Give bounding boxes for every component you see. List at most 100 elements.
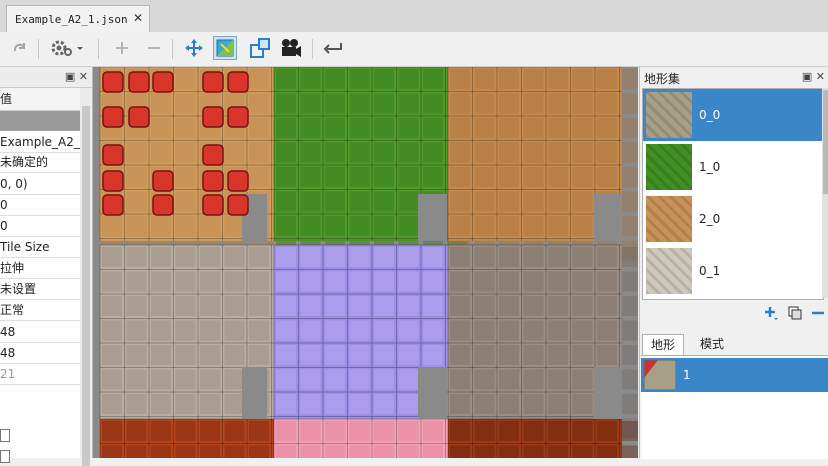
- dark-lava-tile: [597, 445, 617, 458]
- grass-tile: [325, 93, 345, 114]
- dark-stone-tile: [572, 345, 593, 365]
- stone-tile: [200, 320, 220, 341]
- crystal-tile: [325, 296, 345, 316]
- tileset-item[interactable]: 0_1: [643, 245, 823, 297]
- property-checkbox[interactable]: [0, 450, 10, 463]
- tileset-panel-title: 地形集: [644, 72, 681, 86]
- dirt-tile: [450, 216, 470, 236]
- scrollbar-thumb[interactable]: [823, 90, 828, 194]
- grass-tile: [349, 216, 370, 236]
- property-checkbox[interactable]: [0, 429, 10, 442]
- dirt-road-tile: [151, 142, 171, 163]
- stone-tile: [102, 320, 122, 341]
- tab-pattern[interactable]: 模式: [692, 334, 732, 354]
- property-value[interactable]: 21: [0, 364, 80, 385]
- crystal-tile: [276, 320, 296, 341]
- property-value[interactable]: 48: [0, 343, 80, 364]
- road-tile: [227, 71, 249, 93]
- dark-lava-tile: [523, 445, 544, 458]
- grass-tile: [374, 69, 394, 89]
- crystal-tile: [325, 345, 345, 365]
- stone-tile: [200, 247, 220, 267]
- property-value[interactable]: 未确定的: [0, 152, 80, 173]
- move-icon[interactable]: [182, 36, 206, 60]
- camera-icon[interactable]: [279, 36, 303, 60]
- dark-lava-tile: [621, 421, 638, 441]
- dirt-road-tile: [126, 167, 147, 187]
- grass-tile: [374, 93, 394, 114]
- crystal-tile: [349, 394, 370, 414]
- road-tile: [102, 144, 124, 166]
- tileset-scrollbar[interactable]: [822, 88, 828, 298]
- crystal-tile: [374, 296, 394, 316]
- tile-mode-icon[interactable]: [213, 36, 237, 60]
- property-value[interactable]: 0: [0, 195, 80, 216]
- redo-icon[interactable]: [8, 36, 32, 60]
- panel-float-close-icons[interactable]: ▣ ✕: [802, 70, 825, 83]
- road-tile: [128, 106, 150, 128]
- dirt-road-tile: [126, 191, 147, 212]
- dirt-road-tile: [151, 118, 171, 138]
- panel-float-close-icons[interactable]: ▣ ✕: [65, 70, 88, 83]
- dirt-road-tile: [249, 118, 269, 138]
- terrain-tabs: 地形 模式: [640, 332, 828, 355]
- property-value[interactable]: 0, 0): [0, 174, 80, 195]
- add-icon[interactable]: [110, 36, 134, 60]
- stone-tile: [175, 247, 196, 267]
- dark-stone-tile: [523, 369, 544, 390]
- crystal-tile: [374, 394, 394, 414]
- close-tab-icon[interactable]: ✕: [133, 11, 143, 25]
- lava-tile: [224, 421, 245, 441]
- empty-tile-area: [418, 367, 447, 419]
- dirt-tile: [499, 93, 519, 114]
- tileset-label: 0_1: [699, 264, 721, 278]
- dirt-tile: [597, 167, 617, 187]
- dirt-tile: [474, 93, 495, 114]
- dirt-tile: [523, 93, 544, 114]
- tileset-thumbnail: [646, 144, 692, 190]
- lava-tile: [224, 445, 245, 458]
- crop-icon[interactable]: [248, 36, 272, 60]
- undo-icon[interactable]: [320, 36, 344, 60]
- property-value[interactable]: 正常: [0, 300, 80, 321]
- dirt-tile: [474, 69, 495, 89]
- settings-icon[interactable]: [48, 36, 86, 60]
- property-value[interactable]: 未设置: [0, 279, 80, 300]
- stone-tile: [102, 394, 122, 414]
- dirt-tile: [499, 167, 519, 187]
- property-value[interactable]: Example_A2_1: [0, 132, 80, 153]
- document-tab[interactable]: Example_A2_1.json ✕: [6, 5, 150, 32]
- grass-tile: [300, 69, 321, 89]
- grass-tile: [276, 142, 296, 163]
- tab-terrain[interactable]: 地形: [642, 334, 685, 355]
- tileset-item[interactable]: 1_0: [643, 141, 823, 193]
- property-value[interactable]: 拉伸: [0, 258, 80, 279]
- tileset-item[interactable]: 2_0: [643, 193, 823, 245]
- dirt-tile: [572, 93, 593, 114]
- dirt-road-tile: [200, 216, 220, 236]
- crystal-tile: [374, 320, 394, 341]
- grass-tile: [398, 69, 419, 89]
- stone-tile: [175, 296, 196, 316]
- dirt-tile: [621, 118, 638, 138]
- dirt-tile: [450, 93, 470, 114]
- stone-tile: [224, 296, 245, 316]
- property-value[interactable]: 48: [0, 322, 80, 343]
- remove-icon[interactable]: [142, 36, 166, 60]
- stone-tile: [151, 369, 171, 390]
- grass-tile: [276, 69, 296, 89]
- dirt-road-tile: [175, 167, 196, 187]
- pink-tile: [349, 421, 370, 441]
- terrain-item[interactable]: 1: [641, 358, 828, 392]
- scrollbar-thumb[interactable]: [82, 106, 90, 466]
- tilemap-canvas[interactable]: [93, 67, 638, 458]
- properties-scrollbar[interactable]: [80, 88, 92, 466]
- lava-tile: [175, 421, 196, 441]
- property-value[interactable]: Tile Size: [0, 237, 80, 258]
- dirt-tile: [499, 142, 519, 163]
- dirt-tile: [548, 142, 568, 163]
- property-value[interactable]: 0: [0, 216, 80, 237]
- dirt-road-tile: [151, 93, 171, 114]
- pink-tile: [325, 421, 345, 441]
- tileset-item[interactable]: 0_0: [643, 89, 823, 141]
